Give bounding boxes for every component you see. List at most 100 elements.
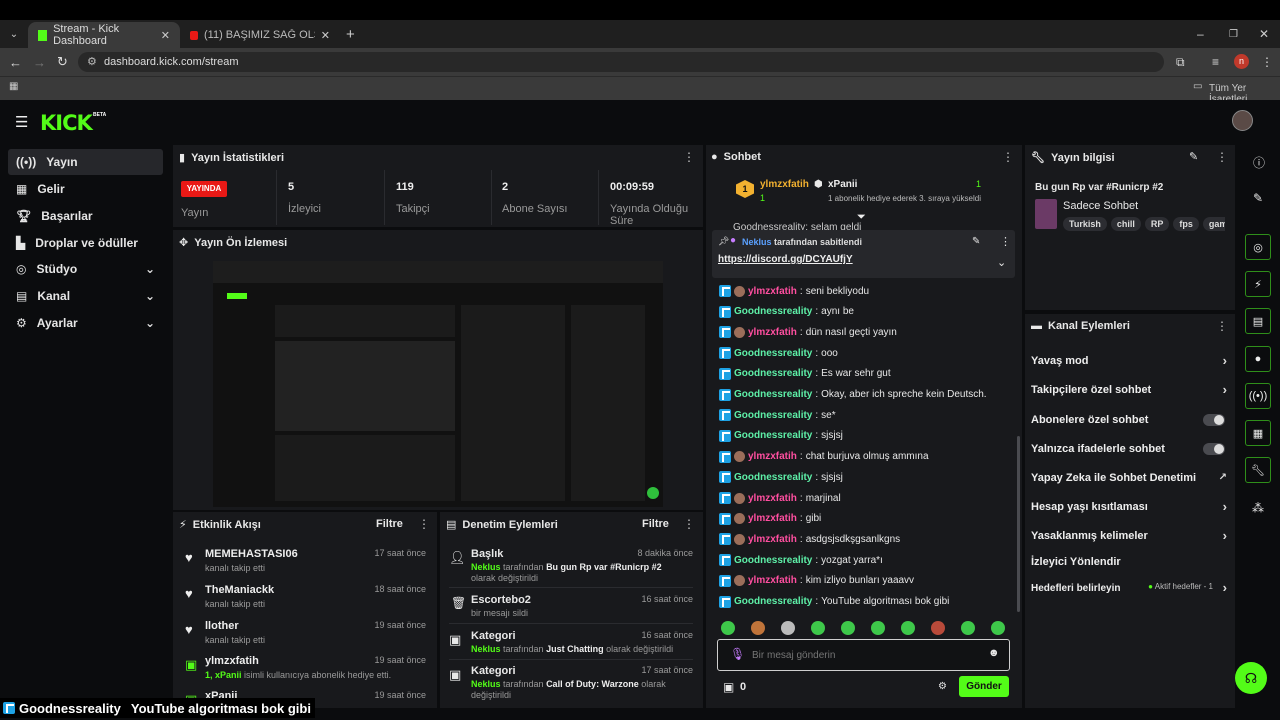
tab-youtube[interactable]: (11) BAŞIMIZ SAĞ OLSUN | Ma... ✕ xyxy=(180,22,340,48)
mod-actor[interactable]: Neklus xyxy=(471,562,501,572)
moderation-filter-button[interactable]: Filtre xyxy=(642,518,669,530)
chat-username[interactable]: Goodnessreality xyxy=(734,596,812,607)
support-chat-button[interactable]: ☊ xyxy=(1235,662,1267,694)
chat-username[interactable]: ylmzxfatih xyxy=(748,513,797,524)
tag[interactable]: chill xyxy=(1110,217,1141,231)
sidebar-item-drops[interactable]: ▙ Droplar ve ödüller xyxy=(8,230,163,256)
pinned-message[interactable]: 📌︎ ● Neklus tarafından sabitlendi ✎ ⋮ ht… xyxy=(712,230,1015,278)
mod-actor[interactable]: Neklus xyxy=(471,679,501,689)
edit-icon[interactable]: ✎ xyxy=(1189,150,1198,163)
chat-username[interactable]: Goodnessreality xyxy=(734,389,812,400)
site-info-icon[interactable]: ⚙ xyxy=(87,52,97,72)
subscribers-only-toggle[interactable] xyxy=(1203,414,1225,426)
chat-username[interactable]: ylmzxfatih xyxy=(748,451,797,462)
category-thumbnail[interactable] xyxy=(1035,199,1057,229)
category-name[interactable]: Sadece Sohbet xyxy=(1063,200,1138,212)
goals-row[interactable]: Hedefleri belirleyin ● Aktif hedefler - 1… xyxy=(1031,580,1227,595)
followers-only-row[interactable]: Takipçilere özel sohbet › xyxy=(1031,382,1227,397)
tab-search-icon[interactable]: ⌄ xyxy=(0,29,28,40)
stream-info-menu-icon[interactable]: ⋮ xyxy=(1216,150,1228,164)
minimize-icon[interactable]: – xyxy=(1197,27,1204,41)
stream-toggle-button[interactable]: ((•)) xyxy=(1245,383,1271,409)
stream-preview-toggle-button[interactable]: ◎ xyxy=(1245,234,1271,260)
chat-username[interactable]: Goodnessreality xyxy=(734,348,812,359)
banned-words-row[interactable]: Yasaklanmış kelimeler › xyxy=(1031,528,1227,543)
profile-avatar[interactable]: n xyxy=(1234,54,1249,69)
channel-actions-menu-icon[interactable]: ⋮ xyxy=(1216,319,1228,333)
chat-scrollbar[interactable] xyxy=(1017,436,1020,612)
tag[interactable]: fps xyxy=(1173,217,1199,231)
chat-username[interactable]: ylmzxfatih xyxy=(748,327,797,338)
moderation-menu-icon[interactable]: ⋮ xyxy=(683,517,695,531)
chat-username[interactable]: ylmzxfatih xyxy=(748,286,797,297)
emote-button[interactable] xyxy=(991,621,1005,635)
chat-username[interactable]: ylmzxfatih xyxy=(748,534,797,545)
channel-actions-toggle-button[interactable]: ▦ xyxy=(1245,420,1271,446)
address-input[interactable]: ⚙ dashboard.kick.com/stream xyxy=(78,52,1164,72)
feed-user[interactable]: MEMEHASTASI06 xyxy=(205,548,298,560)
tab-kick-dashboard[interactable]: Stream - Kick Dashboard ✕ xyxy=(28,22,180,48)
emote-button[interactable] xyxy=(781,621,795,635)
chat-username[interactable]: Goodnessreality xyxy=(734,430,812,441)
apps-grid-icon[interactable]: ▦ xyxy=(9,81,18,92)
emote-button[interactable] xyxy=(841,621,855,635)
extensions-icon[interactable]: ⧉ xyxy=(1176,55,1185,70)
emote-button[interactable] xyxy=(721,621,735,635)
emotes-only-toggle[interactable] xyxy=(1203,443,1225,455)
sidebar-item-studio[interactable]: ◎ Stüdyo ⌄ xyxy=(8,256,163,282)
pinned-menu-icon[interactable]: ⋮ xyxy=(1000,235,1011,248)
chat-username[interactable]: ylmzxfatih xyxy=(748,493,797,504)
stream-preview-video[interactable] xyxy=(213,261,663,507)
close-tab-icon[interactable]: ✕ xyxy=(161,29,170,42)
sidebar-item-achievements[interactable]: 🏆︎ Başarılar xyxy=(8,203,163,229)
pinned-link[interactable]: https://discord.gg/DCYAUfjY xyxy=(718,254,853,265)
feed-user[interactable]: TheManiackk xyxy=(205,584,274,596)
restore-icon[interactable]: ❐ xyxy=(1229,29,1238,40)
emote-button[interactable] xyxy=(871,621,885,635)
receiver-name[interactable]: xPanii xyxy=(828,179,857,190)
emote-button[interactable] xyxy=(811,621,825,635)
tag[interactable]: Turkish xyxy=(1063,217,1107,231)
stream-info-toggle-button[interactable]: 🔧︎ xyxy=(1245,457,1271,483)
chat-menu-icon[interactable]: ⋮ xyxy=(1002,150,1014,164)
stats-menu-icon[interactable]: ⋮ xyxy=(683,150,695,164)
account-age-row[interactable]: Hesap yaşı kısıtlaması › xyxy=(1031,499,1227,514)
sidebar-item-channel[interactable]: ▤ Kanal ⌄ xyxy=(8,283,163,309)
emoji-picker-icon[interactable]: ☻ xyxy=(988,647,1000,659)
chat-username[interactable]: Goodnessreality xyxy=(734,306,812,317)
tag[interactable]: gaming xyxy=(1202,217,1225,231)
pinner-name[interactable]: Neklus xyxy=(742,237,772,247)
unpin-icon[interactable]: ✎ xyxy=(972,236,980,247)
chat-username[interactable]: Goodnessreality xyxy=(734,368,812,379)
pencil-icon[interactable]: ✎ xyxy=(1253,191,1263,205)
chat-input[interactable] xyxy=(752,646,972,664)
chat-username[interactable]: ylmzxfatih xyxy=(748,575,797,586)
back-icon[interactable]: ← xyxy=(9,55,22,70)
moderation-toggle-button[interactable]: ▤ xyxy=(1245,308,1271,334)
emote-button[interactable] xyxy=(931,621,945,635)
activity-toggle-button[interactable]: ⚡︎ xyxy=(1245,271,1271,297)
raid-row[interactable]: İzleyici Yönlendir xyxy=(1031,556,1227,568)
send-button[interactable]: Gönder xyxy=(959,676,1009,697)
media-icon[interactable]: ≡ xyxy=(1212,55,1219,69)
chat-username[interactable]: Goodnessreality xyxy=(734,472,812,483)
close-window-icon[interactable]: ✕ xyxy=(1259,27,1269,41)
activity-menu-icon[interactable]: ⋮ xyxy=(418,517,430,531)
activity-filter-button[interactable]: Filtre xyxy=(376,518,403,530)
sidebar-item-settings[interactable]: ⚙ Ayarlar ⌄ xyxy=(8,310,163,336)
chat-username[interactable]: Goodnessreality xyxy=(734,555,812,566)
chat-username[interactable]: Goodnessreality xyxy=(734,410,812,421)
new-tab-icon[interactable]: + xyxy=(346,26,355,43)
mic-icon[interactable]: 🎙︎ xyxy=(730,647,745,661)
feed-user[interactable]: ylmzxfatih xyxy=(205,655,259,667)
scroll-down-icon[interactable]: ⏷ xyxy=(857,211,866,224)
emote-button[interactable] xyxy=(961,621,975,635)
sidebar-item-revenue[interactable]: ▦ Gelir xyxy=(8,176,163,202)
close-tab-icon[interactable]: ✕ xyxy=(321,29,330,42)
sidebar-item-stream[interactable]: ((•)) Yayın xyxy=(8,149,163,175)
mod-actor[interactable]: Neklus xyxy=(471,644,501,654)
kick-logo[interactable]: KICK xyxy=(40,111,93,135)
menu-kebab-icon[interactable]: ⋮ xyxy=(1261,55,1273,69)
chat-toggle-button[interactable]: ● xyxy=(1245,346,1271,372)
chat-settings-icon[interactable]: ⚙ xyxy=(938,681,947,692)
